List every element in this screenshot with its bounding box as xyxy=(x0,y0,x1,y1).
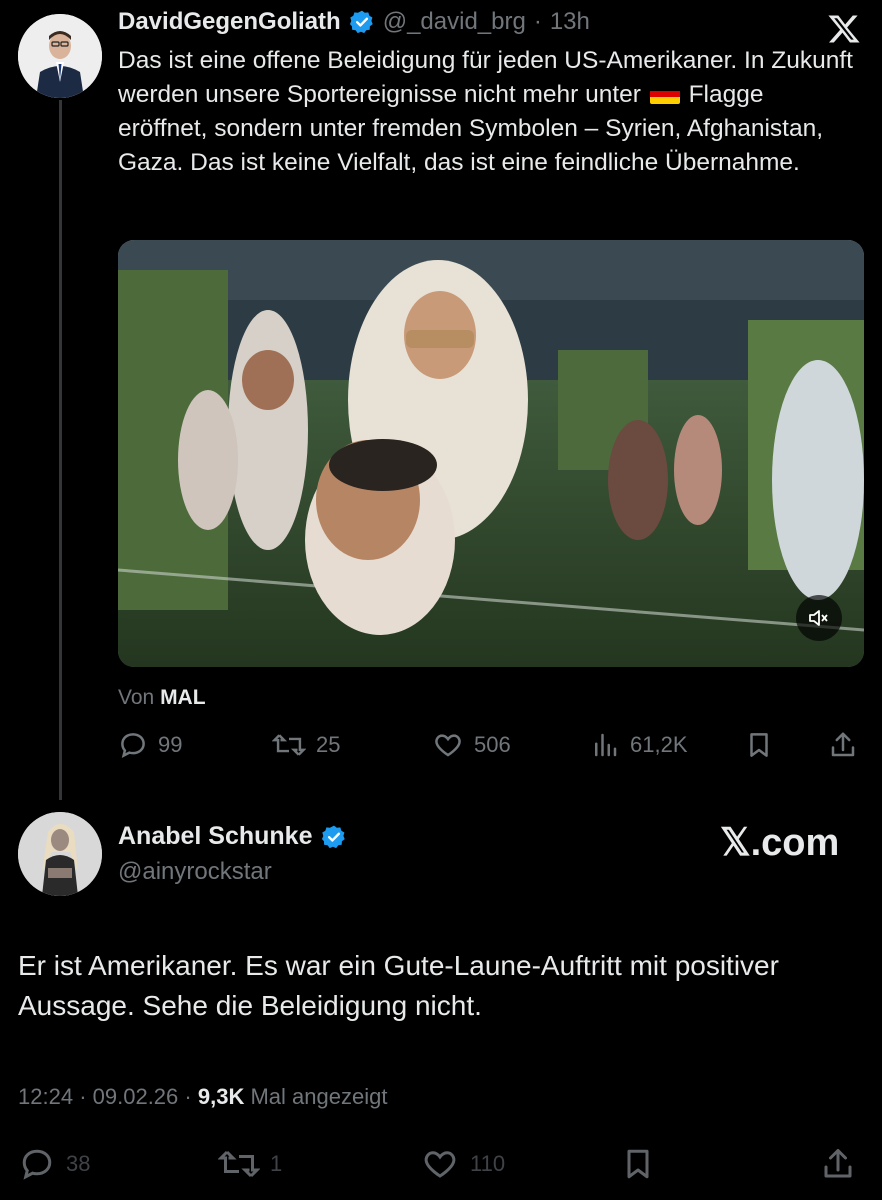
person-avatar-image xyxy=(18,812,102,896)
reply-repost-count: 1 xyxy=(270,1151,283,1176)
reply-icon xyxy=(121,733,145,759)
bookmark-icon xyxy=(750,733,768,757)
repost-icon xyxy=(218,1150,260,1178)
bookmark-button[interactable] xyxy=(744,730,774,760)
heart-icon xyxy=(435,734,461,757)
like-action[interactable]: 506 xyxy=(432,730,511,760)
reply-views-count: 9,3K xyxy=(197,1084,245,1109)
reply-like-count: 110 xyxy=(470,1151,506,1176)
author-handle[interactable]: @_david_brg xyxy=(383,8,526,36)
reply-like-action[interactable]: 110 xyxy=(420,1146,505,1182)
views-count: 61,2K xyxy=(630,732,688,757)
video-source: Von MAL xyxy=(118,686,206,710)
reply-date[interactable]: 09.02.26 xyxy=(93,1084,179,1109)
share-icon xyxy=(831,732,855,757)
verified-badge-icon xyxy=(321,825,345,848)
source-name[interactable]: MAL xyxy=(160,686,206,709)
reply-author-name[interactable]: Anabel Schunke xyxy=(118,822,313,851)
person-avatar-image xyxy=(18,14,102,98)
tweet-text: Das ist eine offene Beleidigung für jede… xyxy=(118,44,858,180)
x-com-watermark: 𝕏.com xyxy=(720,822,840,864)
views-action[interactable]: 61,2K xyxy=(590,730,688,760)
source-prefix: Von xyxy=(118,686,155,709)
verified-badge-icon xyxy=(349,10,373,34)
reply-action[interactable]: 99 xyxy=(118,730,182,760)
thread-connector-line xyxy=(59,100,62,800)
reply-reply-count: 38 xyxy=(66,1151,91,1176)
tweet-header: DavidGegenGoliath @_david_brg · 13h xyxy=(118,8,590,36)
reply-repost-action[interactable]: 1 xyxy=(218,1146,282,1182)
bookmark-icon xyxy=(627,1149,649,1179)
reply-reply-action[interactable]: 38 xyxy=(18,1146,90,1182)
germany-flag-icon xyxy=(649,84,680,104)
reply-author-handle[interactable]: @ainyrockstar xyxy=(118,858,272,886)
reply-icon xyxy=(22,1149,52,1180)
share-button[interactable] xyxy=(828,730,858,760)
views-chart-icon xyxy=(595,733,617,757)
repost-action[interactable]: 25 xyxy=(272,730,340,760)
tweet-time[interactable]: 13h xyxy=(550,8,590,36)
reply-time[interactable]: 12:24 xyxy=(18,1084,73,1109)
repost-count: 25 xyxy=(316,732,341,757)
meta-separator: · xyxy=(79,1084,87,1109)
author-name[interactable]: DavidGegenGoliath xyxy=(118,8,341,36)
video-frame-image xyxy=(118,240,864,667)
video-player[interactable] xyxy=(118,240,864,667)
mute-button[interactable] xyxy=(796,595,842,641)
header-separator: · xyxy=(533,8,542,35)
author-avatar[interactable] xyxy=(18,14,102,98)
reply-count: 99 xyxy=(158,732,183,757)
reply-header: Anabel Schunke xyxy=(118,822,347,851)
reply-bookmark-button[interactable] xyxy=(620,1146,656,1182)
repost-icon xyxy=(272,734,306,756)
reply-meta: 12:24 · 09.02.26 · 9,3K Mal angezeigt xyxy=(18,1084,387,1110)
meta-separator: · xyxy=(184,1084,192,1109)
reply-text: Er ist Amerikaner. Es war ein Gute-Laune… xyxy=(18,950,779,1021)
speaker-muted-icon xyxy=(809,610,828,626)
heart-icon xyxy=(424,1151,456,1178)
reply-author-avatar[interactable] xyxy=(18,812,102,896)
share-icon xyxy=(824,1149,852,1178)
reply-share-button[interactable] xyxy=(820,1146,856,1182)
like-count: 506 xyxy=(474,732,511,757)
reply-views-label: Mal angezeigt xyxy=(250,1084,388,1109)
